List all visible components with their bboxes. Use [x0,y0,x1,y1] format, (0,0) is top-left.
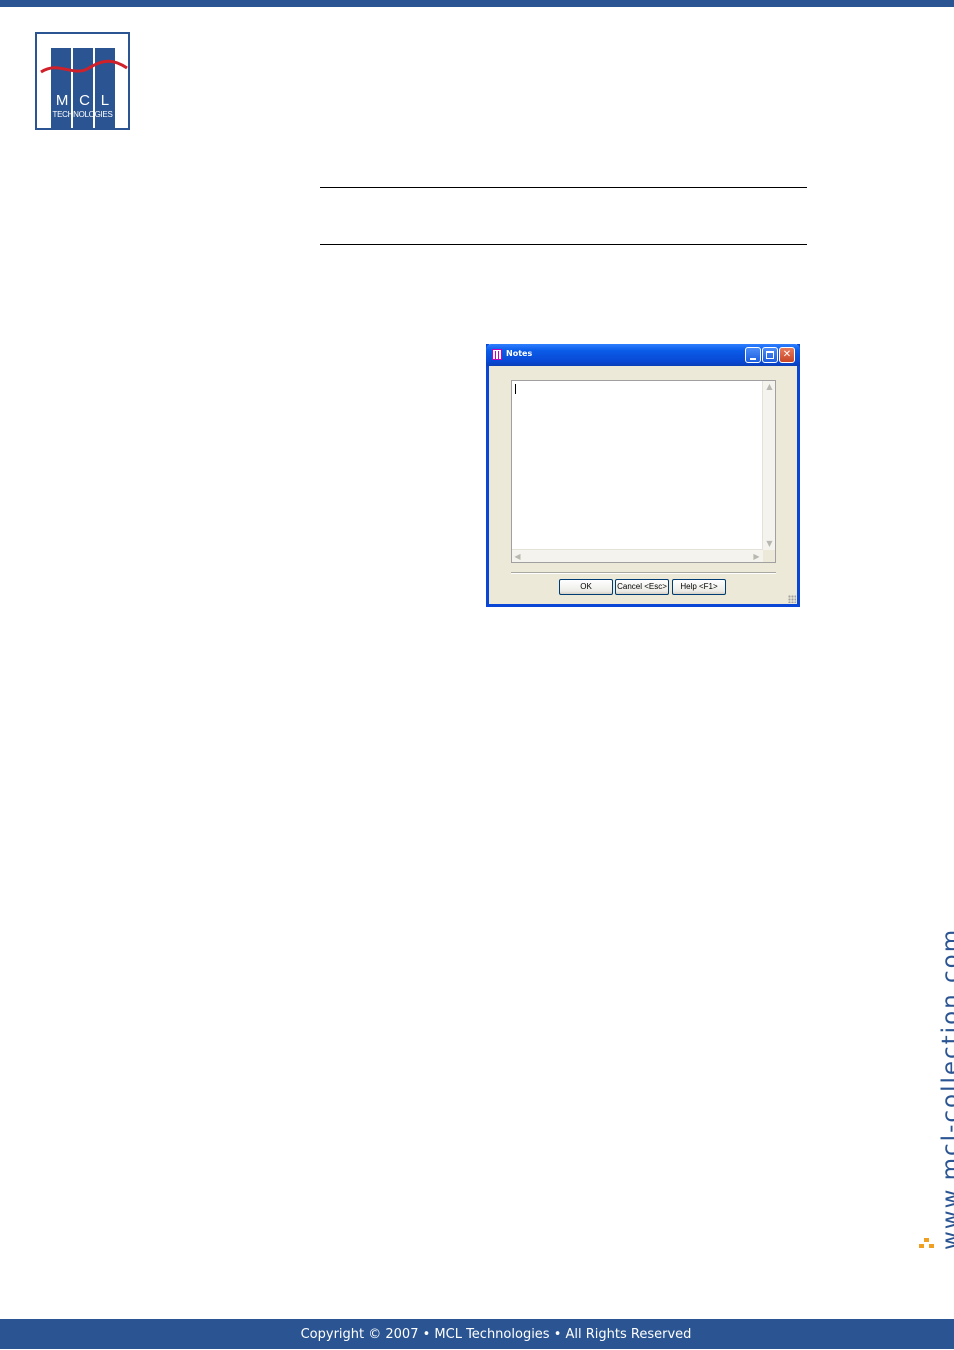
footer-bar: Copyright © 2007 • MCL Technologies • Al… [0,1319,954,1349]
notes-app-icon [492,349,502,360]
scroll-down-icon[interactable]: ▼ [764,538,775,549]
header-rule-bottom [320,244,807,245]
logo-letters: M C L [51,92,115,109]
minimize-button[interactable] [745,347,761,363]
text-caret [515,384,516,394]
mcl-logo: M C L TECHNOLOGIES [35,32,130,130]
maximize-button[interactable] [762,347,778,363]
top-bar [0,0,954,7]
scroll-left-icon[interactable]: ◀ [512,551,523,562]
logo-letter-c: C [79,92,91,109]
scroll-right-icon[interactable]: ▶ [751,551,762,562]
scroll-up-icon[interactable]: ▲ [764,381,775,392]
button-separator [511,572,776,574]
horizontal-scrollbar[interactable]: ◀ ▶ [512,549,763,562]
notes-textarea[interactable]: ▲ ▼ ◀ ▶ [511,380,776,563]
scrollbar-corner [763,550,775,562]
ok-button[interactable]: OK [559,579,613,595]
notes-dialog: Notes ▲ ▼ ◀ ▶ OK Cancel <Esc> Help <F1> [486,344,800,607]
dialog-titlebar[interactable]: Notes [486,344,800,366]
logo-letter-l: L [100,92,111,109]
header-rule-top [320,187,807,188]
logo-subtitle: TECHNOLOGIES [52,110,113,119]
vertical-scrollbar[interactable]: ▲ ▼ [762,381,775,550]
footer-copyright: Copyright © 2007 • MCL Technologies • Al… [300,1327,692,1342]
side-url: www.mcl-collection.com [938,927,954,1250]
resize-grip-icon[interactable] [788,595,796,603]
close-button[interactable] [779,347,795,363]
cancel-button[interactable]: Cancel <Esc> [615,579,669,595]
logo-letter-m: M [55,92,70,109]
mcl-mark-icon [919,1238,934,1248]
help-button[interactable]: Help <F1> [672,579,726,595]
dialog-title: Notes [506,349,533,358]
